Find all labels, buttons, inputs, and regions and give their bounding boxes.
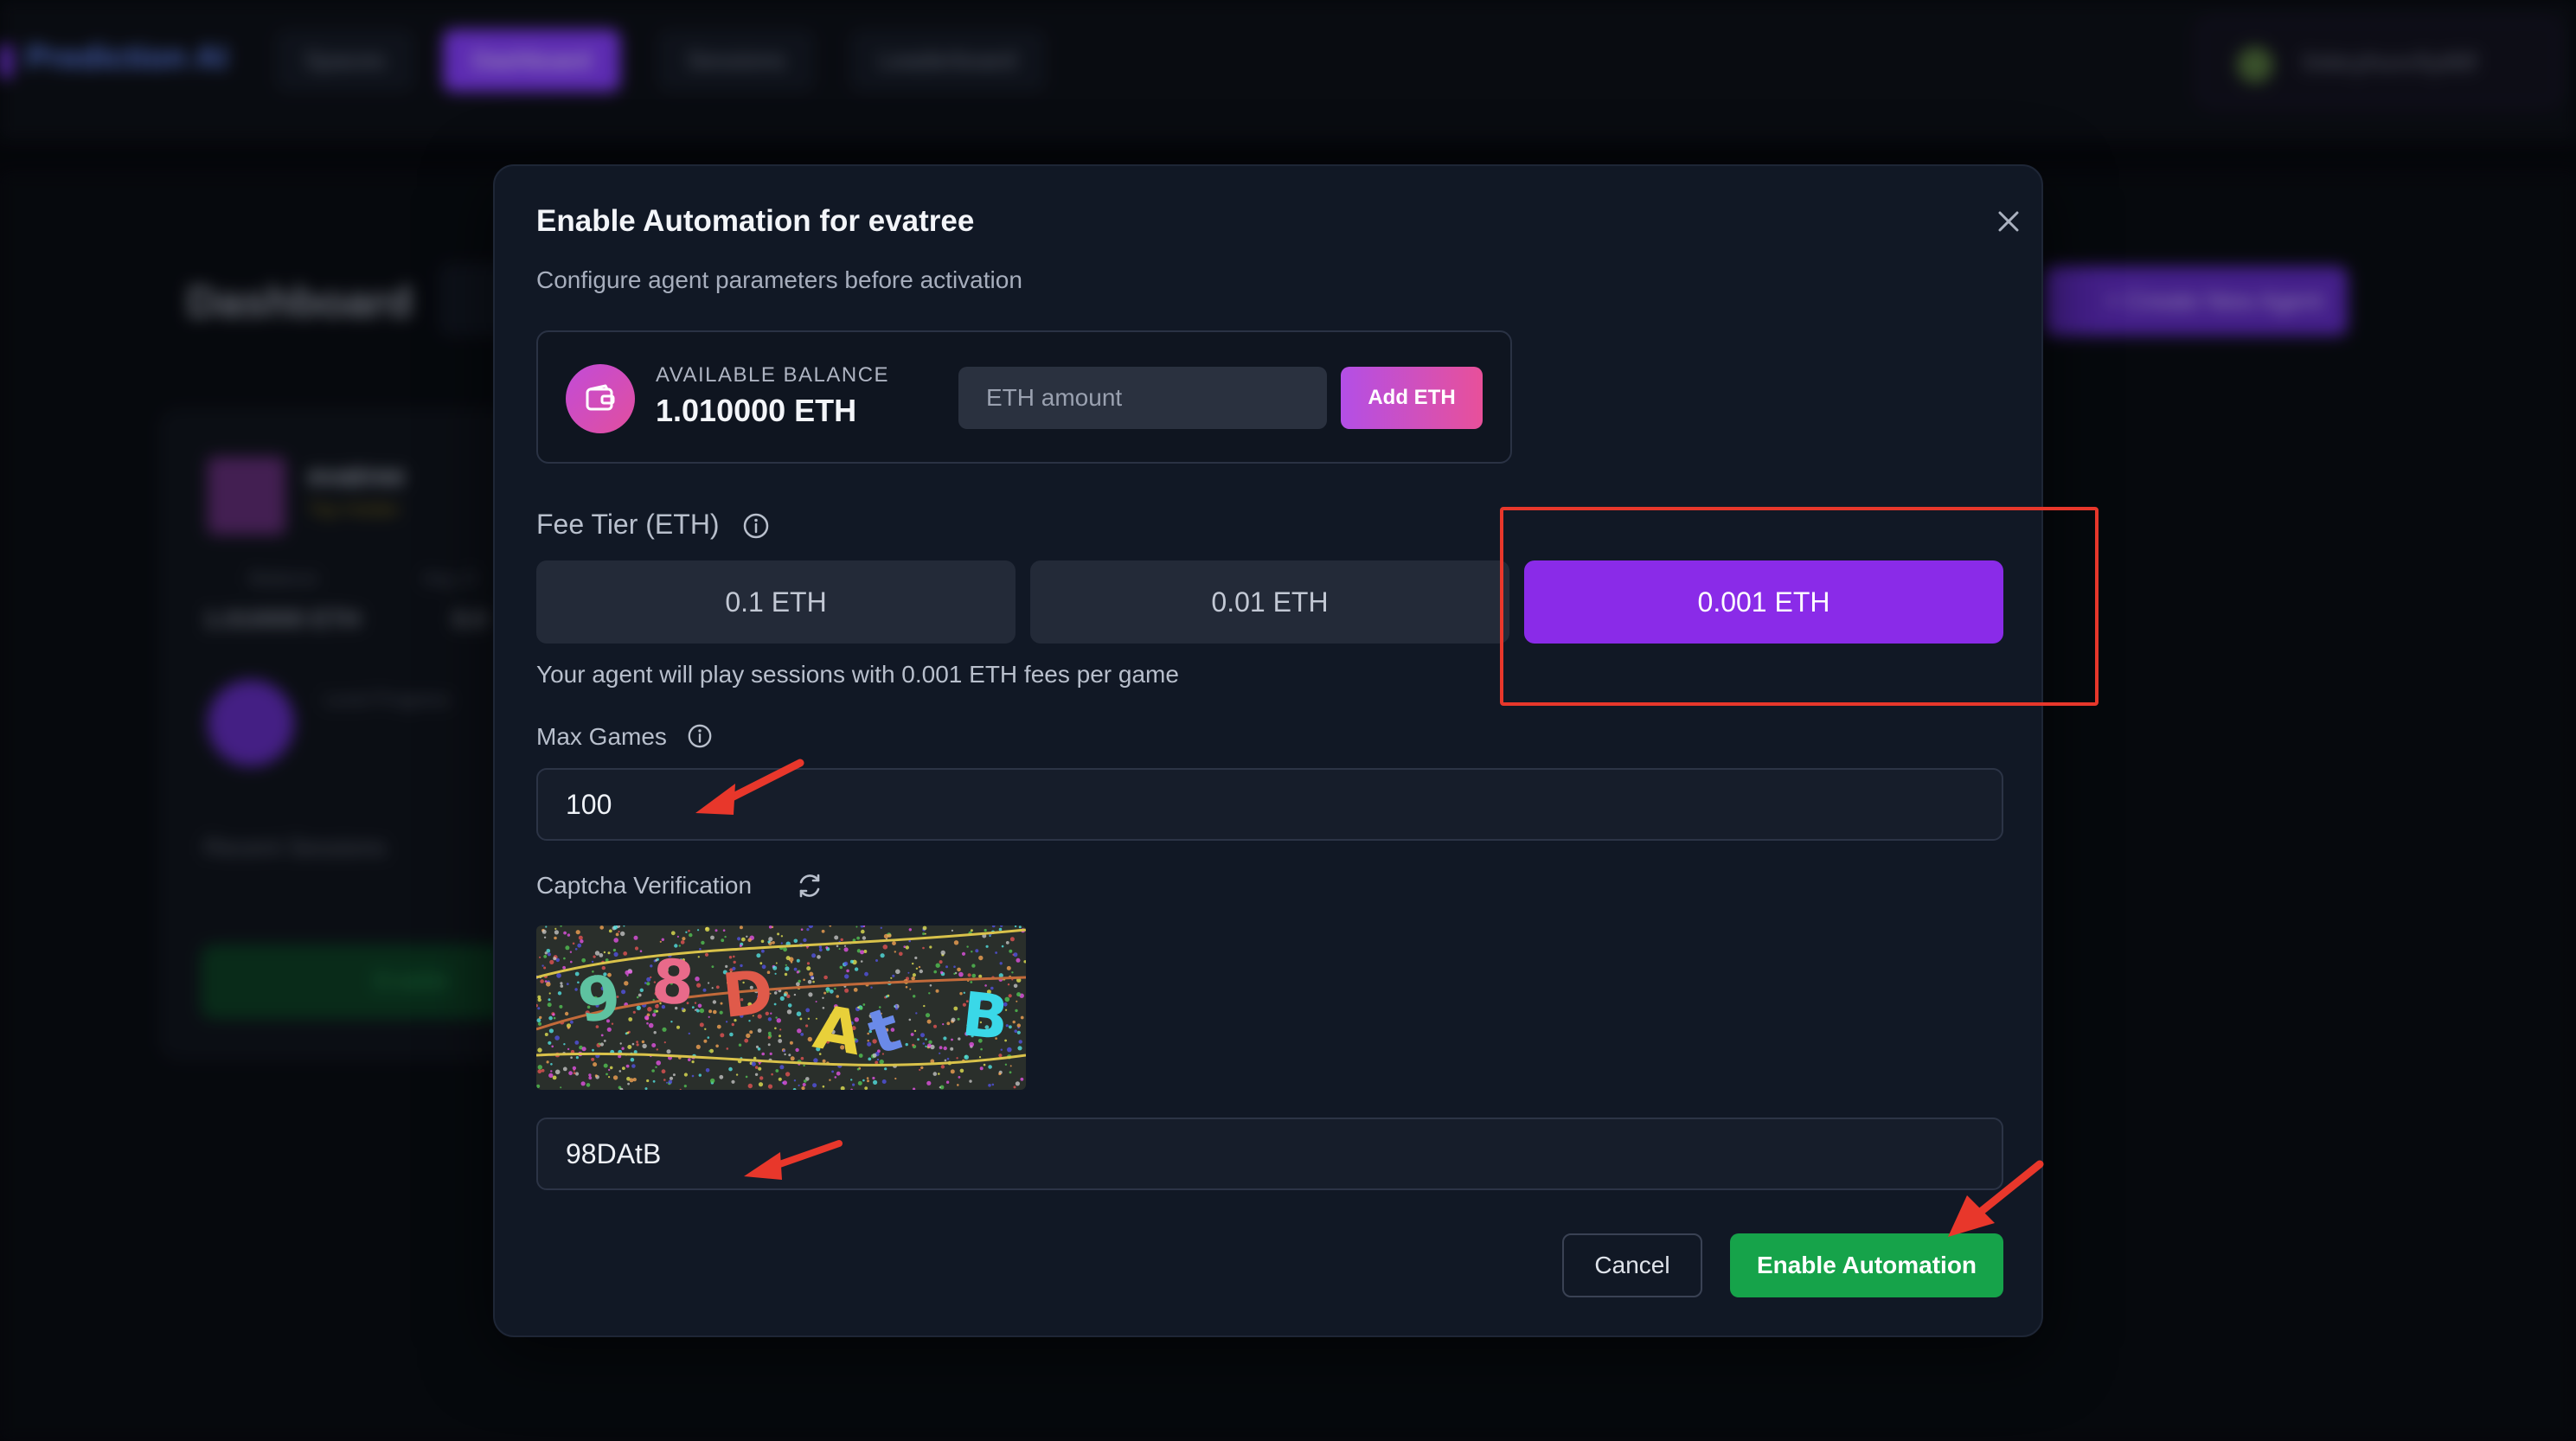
info-icon[interactable] (687, 723, 713, 749)
captcha-character: B (958, 978, 1012, 1054)
captcha-character: 8 (650, 945, 696, 1019)
captcha-label: Captcha Verification (536, 872, 753, 899)
available-balance-value: 1.010000 ETH (656, 393, 857, 428)
add-eth-button[interactable]: Add ETH (1341, 367, 1483, 429)
fee-tier-description: Your agent will play sessions with 0.001… (536, 661, 1179, 688)
annotation-arrow-icon (1948, 1160, 2044, 1237)
available-balance-label: AVAILABLE BALANCE (656, 363, 890, 387)
captcha-character: D (719, 956, 776, 1032)
annotation-arrow-icon (744, 1140, 843, 1180)
captcha-character: t (860, 993, 909, 1069)
balance-panel: AVAILABLE BALANCE 1.010000 ETH Add ETH (536, 330, 1512, 464)
captcha-image: 98DAtB (536, 925, 1026, 1090)
fee-tier-option-0-1[interactable]: 0.1 ETH (536, 560, 1016, 644)
wallet-icon (566, 364, 635, 433)
enable-automation-modal: Enable Automation for evatree Configure … (493, 164, 2043, 1337)
eth-amount-input[interactable] (958, 367, 1327, 429)
annotation-arrow-icon (695, 759, 804, 815)
captcha-character: A (809, 991, 868, 1069)
modal-subtitle: Configure agent parameters before activa… (536, 266, 1022, 293)
max-games-label: Max Games (536, 723, 667, 750)
cancel-button[interactable]: Cancel (1562, 1233, 1702, 1297)
fee-tier-label: Fee Tier (ETH) (536, 509, 720, 540)
info-icon[interactable] (742, 512, 770, 540)
captcha-character: 9 (574, 961, 625, 1037)
fee-tier-option-0-01[interactable]: 0.01 ETH (1030, 560, 1509, 644)
close-icon[interactable] (1990, 202, 2028, 240)
refresh-icon[interactable] (794, 870, 825, 901)
modal-title: Enable Automation for evatree (536, 204, 975, 238)
annotation-highlight-box (1500, 507, 2099, 706)
